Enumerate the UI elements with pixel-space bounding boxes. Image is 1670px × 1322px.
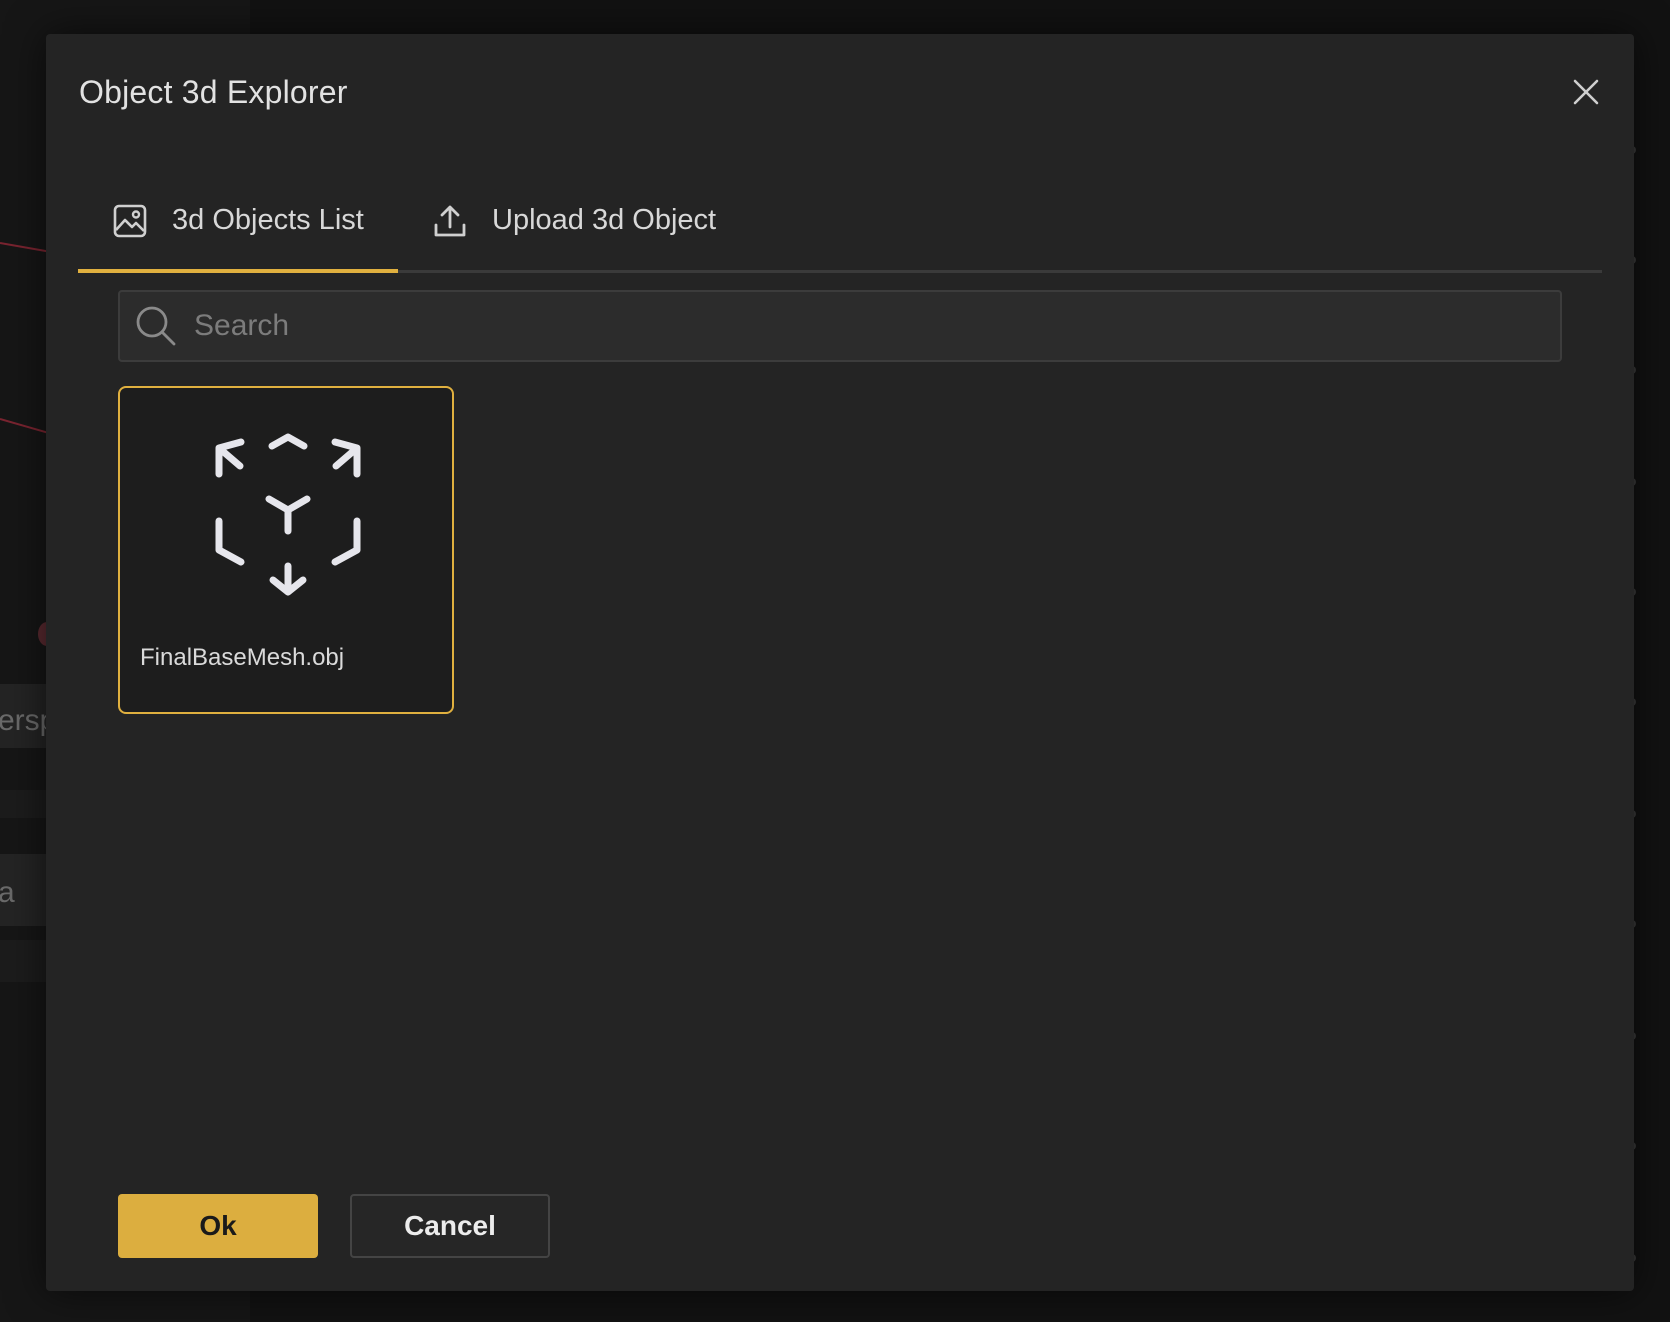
tab-upload-3d-object[interactable]: Upload 3d Object xyxy=(432,174,716,267)
object-3d-explorer-dialog: Object 3d Explorer 3d Objects List Uploa… xyxy=(46,34,1634,1291)
search-box xyxy=(118,290,1562,362)
object-card[interactable]: FinalBaseMesh.obj xyxy=(118,386,454,714)
object-file-name: FinalBaseMesh.obj xyxy=(140,644,345,671)
search-icon xyxy=(136,306,176,346)
tab-label: 3d Objects List xyxy=(172,204,364,236)
tab-3d-objects-list[interactable]: 3d Objects List xyxy=(78,174,398,267)
ok-button[interactable]: Ok xyxy=(118,1194,318,1258)
tab-label: Upload 3d Object xyxy=(492,204,717,236)
cancel-button[interactable]: Cancel xyxy=(350,1194,550,1258)
close-button[interactable] xyxy=(1566,72,1606,112)
search-input[interactable] xyxy=(192,295,1560,357)
background-partial-text: a xyxy=(0,876,15,909)
close-icon xyxy=(1573,79,1599,105)
image-icon xyxy=(113,204,147,237)
upload-icon xyxy=(434,205,466,236)
3d-cube-icon xyxy=(215,433,361,596)
tab-bar: 3d Objects List Upload 3d Object xyxy=(78,174,1602,273)
active-tab-indicator xyxy=(78,269,398,273)
dialog-title: Object 3d Explorer xyxy=(79,74,348,110)
